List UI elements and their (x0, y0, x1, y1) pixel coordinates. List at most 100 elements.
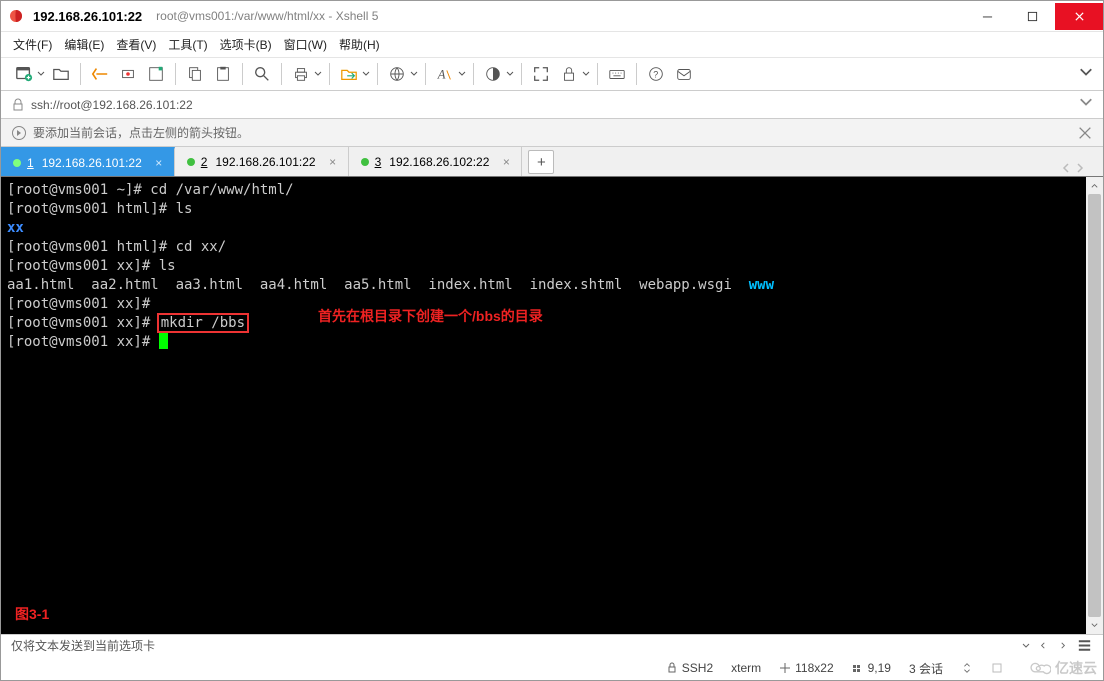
tab-2[interactable]: 2 192.168.26.101:22 × (175, 147, 349, 176)
cap-indicator (991, 662, 1003, 674)
tab-number: 3 (375, 155, 382, 169)
tab-prev-icon[interactable] (1061, 162, 1071, 176)
hint-text: 要添加当前会话，点击左侧的箭头按钮。 (33, 124, 249, 141)
url-input[interactable] (31, 98, 1073, 112)
status-menu-icon[interactable] (1076, 637, 1093, 654)
maximize-button[interactable] (1010, 3, 1055, 30)
menu-file[interactable]: 文件(F) (13, 36, 52, 53)
window-title-sub: root@vms001:/var/www/html/xx - Xshell 5 (156, 9, 378, 23)
tab-nav (1061, 162, 1103, 176)
term-size: 118x22 (779, 661, 833, 675)
app-icon (7, 7, 25, 25)
menu-edit[interactable]: 编辑(E) (64, 36, 104, 53)
menu-help[interactable]: 帮助(H) (339, 36, 380, 53)
font-dropdown[interactable] (457, 70, 467, 78)
scroll-thumb[interactable] (1088, 194, 1101, 617)
term-type: xterm (731, 661, 761, 675)
disconnect-icon[interactable] (115, 61, 141, 87)
annotation-text: 首先在根目录下创建一个/bbs的目录 (318, 307, 543, 326)
copy-icon[interactable] (182, 61, 208, 87)
status-dot-icon (361, 158, 369, 166)
xftp-icon[interactable] (336, 61, 362, 87)
dir-www: www (749, 277, 774, 293)
minimize-button[interactable] (965, 3, 1010, 30)
globe-icon[interactable] (384, 61, 410, 87)
open-session-icon[interactable] (48, 61, 74, 87)
new-session-dropdown[interactable] (36, 70, 46, 78)
tab-close-icon[interactable]: × (499, 155, 513, 169)
menu-bar: 文件(F) 编辑(E) 查看(V) 工具(T) 选项卡(B) 窗口(W) 帮助(… (1, 31, 1103, 57)
vertical-scrollbar[interactable] (1086, 177, 1103, 634)
lock-dropdown[interactable] (581, 70, 591, 78)
hint-arrow-icon[interactable] (11, 125, 27, 141)
paste-icon[interactable] (210, 61, 236, 87)
title-bar: 192.168.26.101:22 root@vms001:/var/www/h… (1, 1, 1103, 31)
scroll-left-icon[interactable] (1034, 637, 1051, 654)
terminal-cursor (159, 333, 168, 349)
scroll-down-icon[interactable] (1086, 617, 1103, 634)
status-dropdown-icon[interactable] (1022, 639, 1030, 653)
tab-close-icon[interactable]: × (152, 156, 166, 170)
status-dot-icon (187, 158, 195, 166)
keyboard-icon[interactable] (604, 61, 630, 87)
compose-icon[interactable] (671, 61, 697, 87)
highlighted-command: mkdir /bbs (159, 315, 247, 331)
globe-dropdown[interactable] (409, 70, 419, 78)
close-button[interactable] (1055, 3, 1103, 30)
watermark: 亿速云 (1029, 658, 1097, 678)
status-dot-icon (13, 159, 21, 167)
tab-number: 2 (201, 155, 208, 169)
print-dropdown[interactable] (313, 70, 323, 78)
help-icon[interactable]: ? (643, 61, 669, 87)
new-session-icon[interactable] (11, 61, 37, 87)
tab-3[interactable]: 3 192.168.26.102:22 × (349, 147, 523, 176)
search-icon[interactable] (249, 61, 275, 87)
tab-1[interactable]: 1 192.168.26.101:22 × (1, 147, 175, 176)
toolbar: A ? (1, 57, 1103, 91)
session-count: 3 会话 (909, 660, 943, 677)
protocol-info: SSH2 (666, 661, 713, 675)
toolbar-overflow[interactable] (1079, 64, 1093, 85)
session-updown[interactable] (961, 662, 973, 674)
hint-bar: 要添加当前会话，点击左侧的箭头按钮。 (1, 119, 1103, 147)
menu-view[interactable]: 查看(V) (116, 36, 156, 53)
tab-next-icon[interactable] (1075, 162, 1085, 176)
hint-close-icon[interactable] (1077, 125, 1093, 141)
properties-icon[interactable] (143, 61, 169, 87)
lock-small-icon (666, 662, 678, 674)
window-title-main: 192.168.26.101:22 (33, 9, 142, 24)
figure-label: 图3-1 (15, 605, 49, 624)
watermark-logo-icon (1029, 660, 1051, 676)
menu-tools[interactable]: 工具(T) (168, 36, 207, 53)
lock-url-icon (11, 98, 25, 112)
svg-text:A: A (437, 68, 446, 82)
tab-label: 192.168.26.101:22 (42, 156, 142, 170)
dir-xx: xx (7, 220, 24, 236)
scroll-up-icon[interactable] (1086, 177, 1103, 194)
watermark-text: 亿速云 (1055, 658, 1097, 678)
print-icon[interactable] (288, 61, 314, 87)
reconnect-icon[interactable] (87, 61, 113, 87)
add-tab-button[interactable]: + (528, 150, 554, 174)
tab-bar: 1 192.168.26.101:22 × 2 192.168.26.101:2… (1, 147, 1103, 177)
lock-icon[interactable] (556, 61, 582, 87)
terminal[interactable]: [root@vms001 ~]# cd /var/www/html/ [root… (1, 177, 1086, 634)
color-dropdown[interactable] (505, 70, 515, 78)
color-scheme-icon[interactable] (480, 61, 506, 87)
tab-number: 1 (27, 156, 34, 170)
tab-close-icon[interactable]: × (326, 155, 340, 169)
fullscreen-icon[interactable] (528, 61, 554, 87)
grid-icon (852, 662, 864, 674)
tab-label: 192.168.26.101:22 (215, 155, 315, 169)
xftp-dropdown[interactable] (361, 70, 371, 78)
font-icon[interactable]: A (432, 61, 458, 87)
cursor-pos: 9,19 (852, 661, 891, 675)
menu-tabs[interactable]: 选项卡(B) (220, 36, 272, 53)
status-text: 仅将文本发送到当前选项卡 (11, 637, 155, 654)
terminal-wrapper: [root@vms001 ~]# cd /var/www/html/ [root… (1, 177, 1103, 634)
scroll-right-icon[interactable] (1055, 637, 1072, 654)
address-overflow[interactable] (1079, 94, 1093, 115)
address-bar (1, 91, 1103, 119)
menu-window[interactable]: 窗口(W) (284, 36, 327, 53)
status-bar: 仅将文本发送到当前选项卡 (1, 634, 1103, 656)
